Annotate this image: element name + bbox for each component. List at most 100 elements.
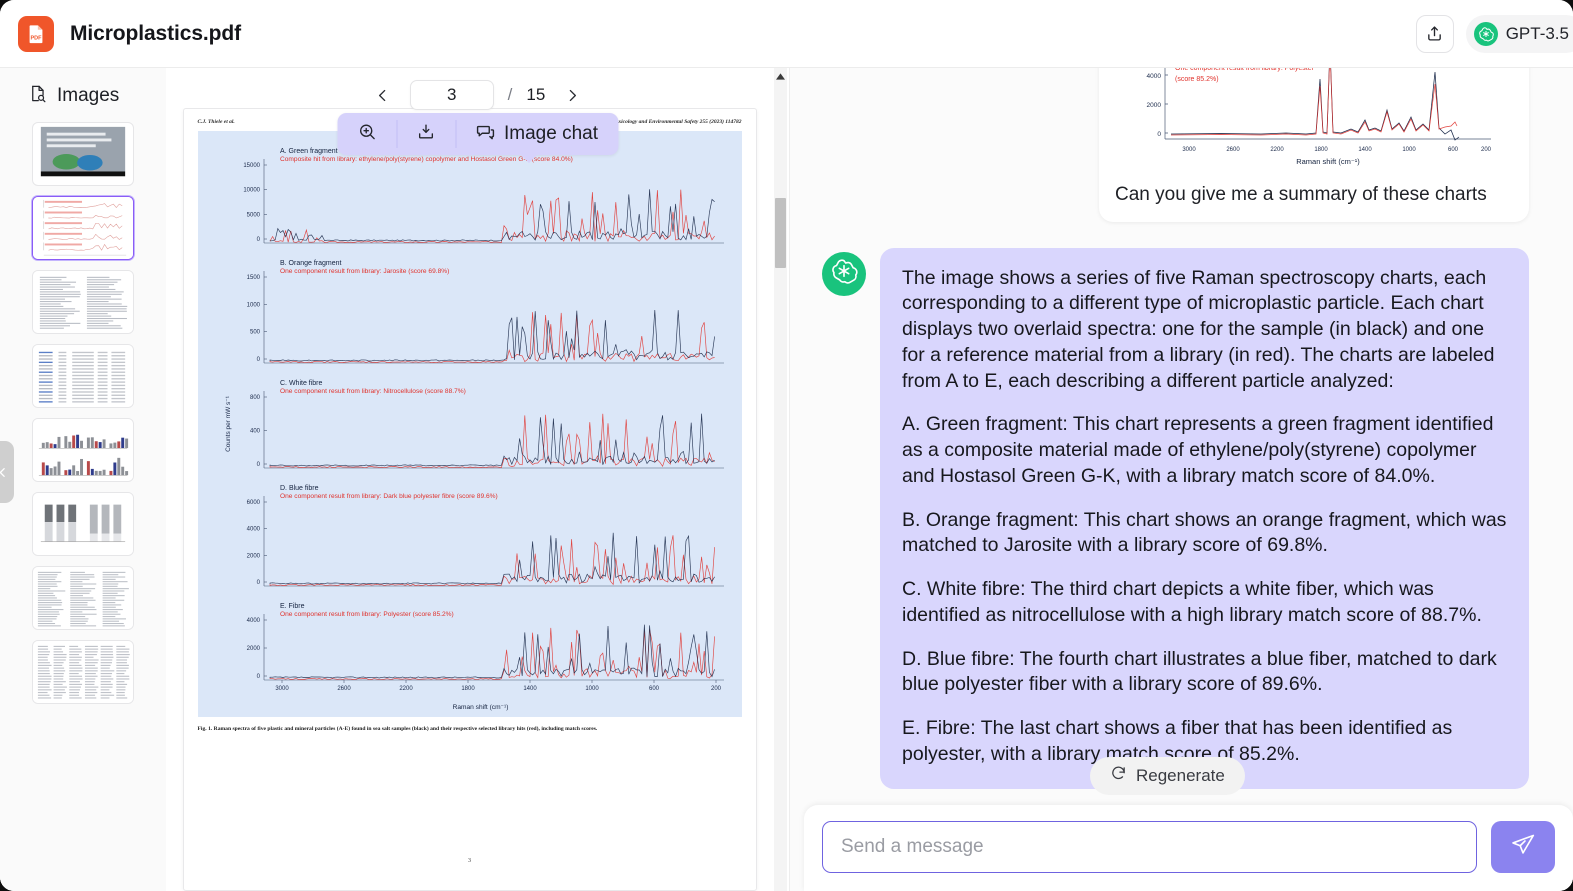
svg-text:0: 0 — [256, 357, 260, 363]
download-icon — [416, 122, 435, 146]
assistant-message-row: The image shows a series of five Raman s… — [822, 248, 1529, 790]
message-composer — [804, 805, 1573, 891]
thumb-page-3[interactable] — [32, 270, 134, 334]
svg-text:10000: 10000 — [243, 188, 260, 194]
svg-text:1000: 1000 — [246, 302, 260, 308]
previous-page-button[interactable] — [370, 82, 396, 108]
svg-text:1400: 1400 — [523, 686, 537, 692]
document-search-icon — [28, 84, 47, 108]
collapse-sidebar-handle[interactable] — [0, 441, 14, 503]
svg-text:0: 0 — [256, 462, 260, 468]
svg-text:2200: 2200 — [1270, 147, 1284, 153]
thumbnail-list[interactable] — [0, 122, 166, 891]
svg-text:1500: 1500 — [246, 275, 260, 281]
thumb-page-1[interactable] — [32, 122, 134, 186]
svg-text:200: 200 — [710, 686, 721, 692]
chat-pane: E. Fibre One component result from libra… — [790, 68, 1573, 891]
svg-text:D. Blue fibre: D. Blue fibre — [280, 485, 319, 492]
svg-text:2600: 2600 — [337, 686, 351, 692]
spectrum-panel-a: A. Green fragment Composite hit from lib… — [226, 139, 736, 251]
svg-text:2000: 2000 — [1147, 102, 1162, 109]
thumb-page-6[interactable] — [32, 492, 134, 556]
send-paper-plane-icon — [1510, 832, 1536, 863]
next-page-button[interactable] — [559, 82, 585, 108]
svg-text:600: 600 — [648, 686, 659, 692]
svg-text:1000: 1000 — [1402, 147, 1416, 153]
svg-text:1000: 1000 — [585, 686, 599, 692]
svg-text:4000: 4000 — [1147, 73, 1162, 80]
image-chat-label: Image chat — [504, 123, 598, 145]
image-chat-button[interactable]: Image chat — [455, 113, 618, 155]
images-section-label: Images — [57, 85, 119, 107]
svg-text:PDF: PDF — [31, 35, 43, 41]
figure-x-axis-label: Raman shift (cm⁻¹) — [226, 703, 736, 711]
svg-text:2000: 2000 — [246, 646, 260, 652]
regenerate-label: Regenerate — [1136, 766, 1225, 786]
assistant-paragraph: A. Green fragment: This chart represents… — [902, 412, 1507, 489]
svg-text:0: 0 — [256, 237, 260, 243]
spectrum-panel-d: D. Blue fibre One component result from … — [226, 476, 736, 594]
svg-text:4000: 4000 — [246, 618, 260, 624]
main-body: Images 3 / 15 — [0, 68, 1573, 891]
assistant-paragraph: C. White fibre: The third chart depicts … — [902, 577, 1507, 628]
running-head-right: Ecotoxicology and Environmental Safety 2… — [605, 119, 741, 125]
svg-text:2000: 2000 — [246, 553, 260, 559]
svg-text:600: 600 — [1448, 147, 1459, 153]
spectrum-panel-e: E. Fibre One component result from libra… — [226, 594, 736, 702]
chat-bubbles-icon — [475, 122, 495, 147]
svg-text:A. Green fragment: A. Green fragment — [280, 148, 338, 155]
svg-text:6000: 6000 — [246, 500, 260, 506]
svg-text:0: 0 — [256, 674, 260, 680]
app-window: PDF Microplastics.pdf GPT-3.5 — [0, 0, 1573, 891]
pdf-pane: Images 3 / 15 — [0, 68, 790, 891]
send-message-button[interactable] — [1491, 821, 1555, 873]
thumb-page-4[interactable] — [32, 344, 134, 408]
svg-text:200: 200 — [1481, 147, 1492, 153]
svg-text:500: 500 — [249, 330, 260, 336]
thumb-page-8[interactable] — [32, 640, 134, 704]
svg-text:Raman shift (cm⁻¹): Raman shift (cm⁻¹) — [1296, 157, 1360, 166]
svg-text:5000: 5000 — [246, 212, 260, 218]
zoom-in-icon — [357, 122, 376, 146]
model-selector[interactable]: GPT-3.5 — [1466, 15, 1573, 53]
regenerate-button[interactable]: Regenerate — [1090, 757, 1245, 795]
message-input[interactable] — [822, 821, 1477, 873]
assistant-avatar — [822, 252, 866, 296]
pdf-scrollbar[interactable] — [774, 68, 787, 891]
thumb-page-2[interactable] — [32, 196, 134, 260]
svg-text:15000: 15000 — [243, 163, 260, 169]
spectrum-panel-c: C. White fibre One component result from… — [226, 371, 736, 476]
current-page-input[interactable]: 3 — [410, 80, 494, 110]
figure-caption: Fig. 1. Raman spectra of five plastic an… — [198, 725, 742, 734]
svg-text:0: 0 — [256, 580, 260, 586]
pdf-page-viewport[interactable]: C.J. Thiele et al. Ecotoxicology and Env… — [166, 108, 789, 891]
top-bar: PDF Microplastics.pdf GPT-3.5 — [0, 0, 1573, 68]
thumb-page-7[interactable] — [32, 566, 134, 630]
scroll-up-button[interactable] — [776, 72, 785, 81]
svg-text:1800: 1800 — [461, 686, 475, 692]
svg-text:C. White fibre: C. White fibre — [280, 380, 323, 387]
download-image-button[interactable] — [396, 113, 455, 155]
share-button[interactable] — [1416, 15, 1454, 53]
pdf-page-number: 3 — [184, 858, 756, 864]
svg-text:0: 0 — [1157, 131, 1161, 138]
scrollbar-thumb[interactable] — [775, 198, 786, 268]
svg-text:(score 85.2%): (score 85.2%) — [1175, 76, 1219, 83]
openai-logo-icon — [830, 257, 858, 290]
thumb-page-5[interactable] — [32, 418, 134, 482]
user-message-row: E. Fibre One component result from libra… — [822, 68, 1529, 222]
zoom-image-button[interactable] — [337, 113, 396, 155]
svg-text:3000: 3000 — [1182, 147, 1196, 153]
svg-text:2200: 2200 — [399, 686, 413, 692]
figure-panel: Counts per mW s⁻¹ A. Green fragment Comp… — [198, 131, 742, 717]
svg-text:4000: 4000 — [246, 527, 260, 533]
svg-text:1800: 1800 — [1314, 147, 1328, 153]
attached-chart-image[interactable]: E. Fibre One component result from libra… — [1111, 68, 1517, 169]
refresh-icon — [1110, 765, 1127, 787]
images-section-header: Images — [0, 82, 166, 122]
image-action-toolbar: Image chat — [337, 113, 618, 155]
assistant-message-bubble: The image shows a series of five Raman s… — [880, 248, 1529, 790]
page-separator: / — [508, 85, 513, 105]
svg-text:B. Orange fragment: B. Orange fragment — [280, 260, 342, 267]
spectrum-panel-b: B. Orange fragment One component result … — [226, 251, 736, 371]
